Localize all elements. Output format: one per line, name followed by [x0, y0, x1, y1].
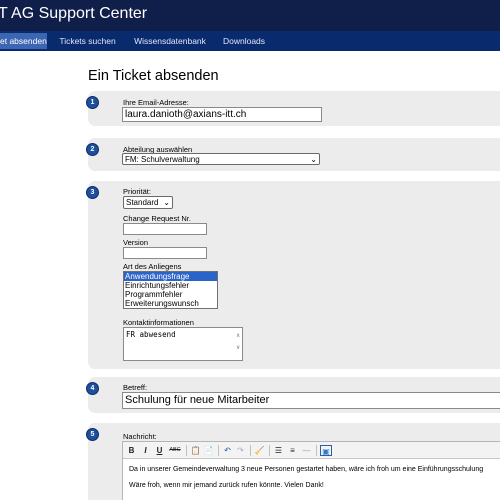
step-number-1: 1 — [86, 96, 99, 109]
list-item[interactable]: Einrichtungsfehler — [124, 281, 217, 290]
page-title: Ein Ticket absenden — [88, 68, 219, 84]
image-icon[interactable]: ▣ — [320, 445, 332, 456]
tab-ticket-absenden[interactable]: et absenden — [0, 33, 47, 49]
step-number-2: 2 — [86, 143, 99, 156]
toolbar-divider — [269, 445, 270, 456]
bold-button[interactable]: B — [127, 445, 136, 456]
bullet-list-icon[interactable]: ☰ — [273, 445, 284, 456]
horizontal-rule-icon[interactable]: — — [301, 445, 312, 456]
app-title: T AG Support Center — [0, 5, 148, 22]
subject-label: Betreff: — [123, 383, 148, 392]
tab-wissensdatenbank[interactable]: Wissensdatenbank — [128, 33, 212, 49]
tab-downloads[interactable]: Downloads — [216, 33, 272, 49]
message-editor[interactable]: B I U ABC 📋 📄 ↶ ↷ 🧹 ☰ ≡ — ▣ Da in unsere… — [122, 441, 500, 500]
step-number-3: 3 — [86, 186, 99, 199]
message-line-2: Wäre froh, wenn mir jemand zurück rufen … — [129, 482, 324, 489]
step-details: 3 Priorität: Standard ⌄ Change Request N… — [86, 181, 500, 369]
clean-format-icon[interactable]: 🧹 — [254, 445, 265, 456]
message-line-1: Da in unserer Gemeindeverwaltung 3 neue … — [129, 466, 484, 473]
version-label: Version — [123, 238, 149, 247]
version-field[interactable] — [123, 247, 207, 259]
underline-button[interactable]: U — [155, 445, 164, 456]
type-listbox[interactable]: Anwendungsfrage Einrichtungsfehler Progr… — [123, 271, 218, 309]
email-field[interactable]: laura.danioth@axians-itt.ch — [122, 107, 322, 122]
step-message: 5 Nachricht: B I U ABC 📋 📄 ↶ ↷ 🧹 ☰ ≡ — ▣… — [86, 423, 500, 500]
list-item[interactable]: Programmfehler — [124, 290, 217, 299]
email-label: Ihre Email-Adresse: — [123, 98, 189, 107]
type-label: Art des Anliegens — [123, 262, 182, 271]
redo-icon[interactable]: ↷ — [235, 445, 246, 456]
priority-select-value: Standard — [126, 198, 159, 207]
app-header: T AG Support Center — [0, 0, 500, 31]
main-content: Ein Ticket absenden 1 Ihre Email-Adresse… — [0, 51, 500, 500]
toolbar-divider — [316, 445, 317, 456]
priority-label: Priorität: — [123, 187, 151, 196]
step-number-5: 5 — [86, 428, 99, 441]
contact-value: FR abwesend — [126, 330, 176, 339]
step-number-4: 4 — [86, 382, 99, 395]
contact-label: Kontaktinformationen — [123, 318, 194, 327]
list-item[interactable]: Anwendungsfrage — [124, 272, 217, 281]
change-request-field[interactable] — [123, 223, 207, 235]
toolbar-divider — [218, 445, 219, 456]
italic-button[interactable]: I — [141, 445, 150, 456]
tab-tickets-suchen[interactable]: Tickets suchen — [55, 33, 120, 49]
toolbar-divider — [250, 445, 251, 456]
department-select-value: FM: Schulverwaltung — [125, 155, 200, 164]
editor-toolbar: B I U ABC 📋 📄 ↶ ↷ 🧹 ☰ ≡ — ▣ — [123, 442, 500, 459]
strikethrough-button[interactable]: ABC — [168, 445, 182, 456]
contact-textarea[interactable]: FR abwesend ∧ ∨ — [123, 327, 243, 361]
department-select[interactable]: FM: Schulverwaltung ⌄ — [122, 153, 320, 165]
paste-icon[interactable]: 📋 — [190, 445, 201, 456]
numbered-list-icon[interactable]: ≡ — [287, 445, 298, 456]
step-subject: 4 Betreff: Schulung für neue Mitarbeiter — [86, 377, 500, 413]
main-nav: et absenden Tickets suchen Wissensdatenb… — [0, 31, 500, 51]
undo-icon[interactable]: ↶ — [222, 445, 233, 456]
textarea-scrollbar[interactable]: ∧ ∨ — [236, 330, 240, 354]
list-item[interactable]: Erweiterungswunsch — [124, 299, 217, 308]
step-department: 2 Abteilung auswählen FM: Schulverwaltun… — [86, 138, 500, 171]
paste-text-icon[interactable]: 📄 — [203, 445, 214, 456]
chevron-down-icon: ⌄ — [162, 197, 170, 208]
toolbar-divider — [186, 445, 187, 456]
message-label: Nachricht: — [123, 432, 157, 441]
change-request-label: Change Request Nr. — [123, 214, 191, 223]
step-email: 1 Ihre Email-Adresse: laura.danioth@axia… — [86, 91, 500, 126]
chevron-down-icon: ⌄ — [310, 155, 317, 164]
subject-field[interactable]: Schulung für neue Mitarbeiter — [122, 392, 500, 409]
priority-select[interactable]: Standard ⌄ — [123, 196, 173, 209]
